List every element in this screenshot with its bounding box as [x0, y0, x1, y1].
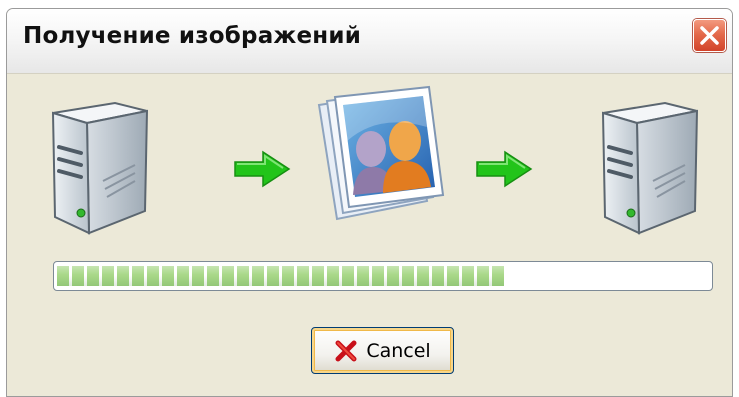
close-button[interactable] [693, 19, 726, 52]
photo-stack-icon [317, 85, 445, 221]
cancel-button-label: Cancel [366, 339, 431, 362]
close-icon [700, 26, 719, 45]
progress-bar [53, 261, 713, 291]
transfer-arrow-icon [234, 150, 291, 188]
window-title: Получение изображений [23, 23, 362, 49]
progress-bar-fill [57, 266, 504, 286]
transfer-arrow-icon [476, 150, 533, 188]
red-x-icon [335, 340, 357, 361]
dialog-window: Получение изображений Cancel [6, 8, 733, 397]
title-bar[interactable]: Получение изображений [7, 9, 732, 74]
source-server-icon [51, 101, 149, 235]
destination-server-icon [601, 101, 699, 235]
cancel-button[interactable]: Cancel [311, 327, 454, 374]
